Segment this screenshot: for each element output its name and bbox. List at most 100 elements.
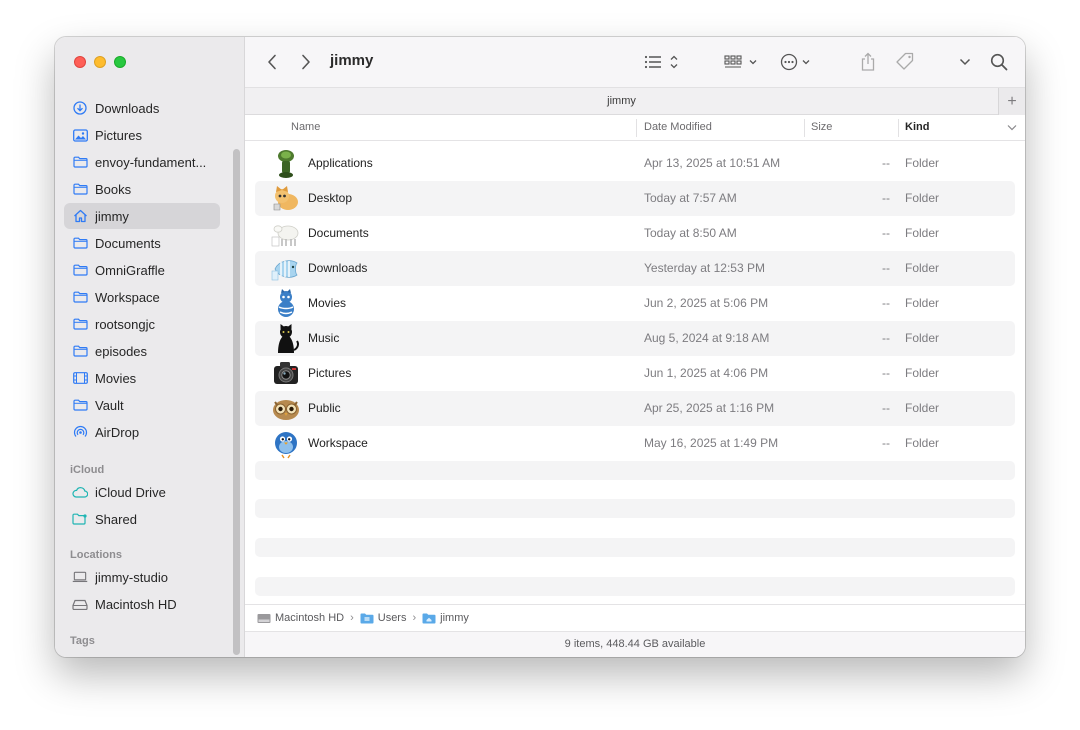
share-button[interactable] (857, 50, 879, 74)
toolbar: jimmy (245, 37, 1025, 87)
sidebar-item-pictures[interactable]: Pictures (64, 122, 220, 148)
file-size: -- (882, 296, 890, 310)
forward-button[interactable] (295, 51, 317, 73)
folder-icon (72, 397, 88, 413)
chevron-left-icon (268, 54, 276, 70)
sidebar-item-episodes[interactable]: episodes (64, 338, 220, 364)
sidebar-item-books[interactable]: Books (64, 176, 220, 202)
camera-pictures-icon (270, 358, 301, 389)
path-segment-macintosh-hd[interactable]: Macintosh HD (257, 612, 344, 624)
file-kind: Folder (905, 156, 940, 170)
sidebar-item-shared[interactable]: Shared (64, 506, 220, 532)
applications-folder-icon (270, 148, 301, 179)
file-name: Music (308, 331, 340, 345)
path-label: Users (377, 612, 407, 624)
column-date-modified[interactable]: Date Modified (644, 121, 712, 133)
table-row[interactable]: Public Apr 25, 2025 at 1:16 PM -- Folder (255, 391, 1015, 426)
file-size: -- (882, 191, 890, 205)
tab-jimmy[interactable]: jimmy (245, 95, 998, 107)
sidebar-item-envoy[interactable]: envoy-fundament... (64, 149, 220, 175)
column-divider[interactable] (636, 119, 637, 137)
sidebar: Downloads Pictures envoy-fundament... Bo… (55, 37, 245, 657)
share-icon (861, 52, 875, 71)
table-row[interactable]: Applications Apr 13, 2025 at 10:51 AM --… (255, 146, 1015, 181)
folder-icon (72, 154, 88, 170)
new-tab-button[interactable]: + (998, 88, 1025, 115)
file-date: Today at 8:50 AM (644, 226, 737, 240)
sidebar-item-label: envoy-fundament... (95, 154, 207, 170)
column-size[interactable]: Size (811, 121, 832, 133)
path-segment-users[interactable]: Users (360, 612, 407, 624)
close-window-button[interactable] (74, 56, 86, 68)
sidebar-item-label: Books (95, 181, 132, 197)
ellipsis-circle-icon (780, 53, 810, 71)
file-size: -- (882, 226, 890, 240)
table-row[interactable]: Pictures Jun 1, 2025 at 4:06 PM -- Folde… (255, 356, 1015, 391)
sidebar-item-omnigraffle[interactable]: OmniGraffle (64, 257, 220, 283)
table-row[interactable]: Workspace May 16, 2025 at 1:49 PM -- Fol… (255, 426, 1015, 461)
sidebar-item-icloud-drive[interactable]: iCloud Drive (64, 479, 220, 505)
sidebar-item-label: jimmy (95, 208, 129, 224)
table-row[interactable]: Music Aug 5, 2024 at 9:18 AM -- Folder (255, 321, 1015, 356)
sidebar-heading-locations: Locations (70, 549, 122, 561)
tags-button[interactable] (893, 50, 917, 74)
search-button[interactable] (987, 50, 1011, 74)
file-name: Public (308, 401, 341, 415)
sidebar-item-vault[interactable]: Vault (64, 392, 220, 418)
disk-icon (257, 613, 271, 623)
sidebar-item-rootsongjc[interactable]: rootsongjc (64, 311, 220, 337)
more-toolbar-button[interactable] (954, 51, 976, 73)
column-kind[interactable]: Kind (905, 121, 929, 133)
view-list-button[interactable] (641, 51, 683, 73)
sidebar-item-label: Documents (95, 235, 161, 251)
table-row[interactable]: Documents Today at 8:50 AM -- Folder (255, 216, 1015, 251)
sidebar-item-workspace[interactable]: Workspace (64, 284, 220, 310)
path-label: Macintosh HD (275, 612, 345, 624)
grid-icon (724, 55, 757, 68)
window-controls (74, 56, 126, 68)
search-icon (990, 53, 1008, 71)
file-name: Applications (308, 156, 373, 170)
file-name: Documents (308, 226, 369, 240)
table-row[interactable]: Desktop Today at 7:57 AM -- Folder (255, 181, 1015, 216)
table-row[interactable]: Downloads Yesterday at 12:53 PM -- Folde… (255, 251, 1015, 286)
group-by-button[interactable] (722, 51, 762, 73)
action-menu-button[interactable] (778, 51, 818, 73)
sidebar-item-documents[interactable]: Documents (64, 230, 220, 256)
file-date: Aug 5, 2024 at 9:18 AM (644, 331, 770, 345)
file-size: -- (882, 331, 890, 345)
sidebar-item-jimmy[interactable]: jimmy (64, 203, 220, 229)
file-kind: Folder (905, 226, 940, 240)
sidebar-scrollbar[interactable] (233, 149, 240, 655)
empty-row-stripe (255, 461, 1015, 480)
file-date: Yesterday at 12:53 PM (644, 261, 765, 275)
path-segment-jimmy[interactable]: jimmy (422, 612, 469, 624)
sidebar-item-downloads[interactable]: Downloads (64, 95, 220, 121)
sidebar-item-movies[interactable]: Movies (64, 365, 220, 391)
column-name[interactable]: Name (291, 121, 320, 133)
path-chevron-icon: › (412, 612, 417, 624)
column-divider[interactable] (804, 119, 805, 137)
file-name: Movies (308, 296, 347, 310)
zoom-window-button[interactable] (114, 56, 126, 68)
minimize-window-button[interactable] (94, 56, 106, 68)
file-kind: Folder (905, 191, 940, 205)
sidebar-item-jimmy-studio[interactable]: jimmy-studio (64, 564, 220, 590)
plus-icon: + (1007, 92, 1017, 110)
folder-icon (72, 289, 88, 305)
sidebar-item-macintosh-hd[interactable]: Macintosh HD (64, 591, 220, 617)
folder-icon (72, 235, 88, 251)
shared-folder-icon (72, 511, 88, 527)
airdrop-icon (72, 424, 88, 440)
sidebar-item-label: Workspace (95, 289, 160, 305)
download-circle-icon (72, 100, 88, 116)
sidebar-item-airdrop[interactable]: AirDrop (64, 419, 220, 445)
file-name: Desktop (308, 191, 353, 205)
file-size: -- (882, 366, 890, 380)
back-button[interactable] (261, 51, 283, 73)
column-divider[interactable] (898, 119, 899, 137)
sidebar-heading-tags: Tags (70, 635, 95, 647)
table-row[interactable]: Movies Jun 2, 2025 at 5:06 PM -- Folder (255, 286, 1015, 321)
sidebar-item-label: iCloud Drive (95, 484, 166, 500)
sidebar-item-label: jimmy-studio (95, 569, 168, 585)
